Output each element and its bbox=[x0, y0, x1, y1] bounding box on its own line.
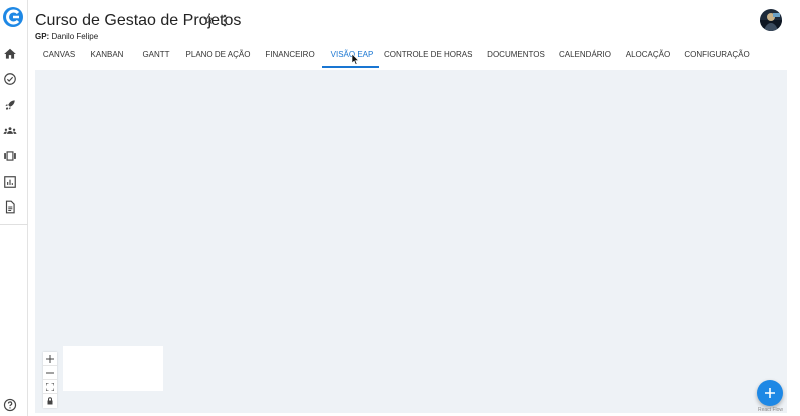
fit-view-icon bbox=[46, 382, 54, 391]
tab-bar: CANVAS KANBAN GANTT PLANO DE AÇÃO FINANC… bbox=[35, 44, 785, 68]
check-circle-icon[interactable] bbox=[3, 72, 17, 86]
zoom-in-button[interactable] bbox=[43, 352, 57, 366]
flow-minimap[interactable] bbox=[63, 346, 163, 391]
sidebar-divider bbox=[0, 224, 28, 225]
tab-kanban[interactable]: KANBAN bbox=[83, 44, 131, 68]
add-node-button[interactable] bbox=[757, 380, 783, 406]
tab-alocacao[interactable]: ALOCAÇÃO bbox=[623, 44, 673, 68]
tab-financeiro[interactable]: FINANCEIRO bbox=[260, 44, 320, 68]
sidebar bbox=[0, 0, 28, 416]
react-flow-attribution[interactable]: React Flow bbox=[758, 407, 783, 413]
tab-plano-de-acao[interactable]: PLANO DE AÇÃO bbox=[182, 44, 254, 68]
view-carousel-icon[interactable] bbox=[3, 149, 17, 163]
project-manager: GP: Danilo Felipe bbox=[35, 32, 98, 41]
help-icon[interactable] bbox=[3, 398, 17, 412]
flow-controls bbox=[43, 352, 57, 408]
gp-name: Danilo Felipe bbox=[51, 32, 99, 41]
tab-controle-de-horas[interactable]: CONTROLE DE HORAS bbox=[384, 44, 472, 68]
tab-calendario[interactable]: CALENDÁRIO bbox=[557, 44, 613, 68]
rocket-icon[interactable] bbox=[3, 98, 17, 112]
tab-canvas[interactable]: CANVAS bbox=[35, 44, 83, 68]
mouse-cursor-icon bbox=[352, 54, 359, 65]
plus-icon bbox=[765, 388, 775, 398]
groups-icon[interactable] bbox=[3, 124, 17, 138]
lock-icon bbox=[47, 397, 53, 405]
tab-gantt[interactable]: GANTT bbox=[135, 44, 177, 68]
avatar[interactable] bbox=[760, 9, 782, 31]
zoom-out-button[interactable] bbox=[43, 366, 57, 380]
plus-icon bbox=[46, 354, 54, 363]
bar-chart-icon[interactable] bbox=[3, 175, 17, 189]
lock-button[interactable] bbox=[43, 394, 57, 408]
more-vert-icon[interactable] bbox=[222, 14, 228, 27]
app-logo[interactable] bbox=[2, 6, 24, 28]
gp-label: GP: bbox=[35, 32, 50, 41]
tab-documentos[interactable]: DOCUMENTOS bbox=[485, 44, 547, 68]
tab-configuracao[interactable]: CONFIGURAÇÃO bbox=[683, 44, 751, 68]
star-icon[interactable] bbox=[203, 14, 214, 25]
document-icon[interactable] bbox=[3, 200, 17, 214]
minus-icon bbox=[46, 372, 54, 373]
home-icon[interactable] bbox=[3, 47, 17, 61]
fit-view-button[interactable] bbox=[43, 380, 57, 394]
active-tab-indicator bbox=[322, 66, 379, 68]
